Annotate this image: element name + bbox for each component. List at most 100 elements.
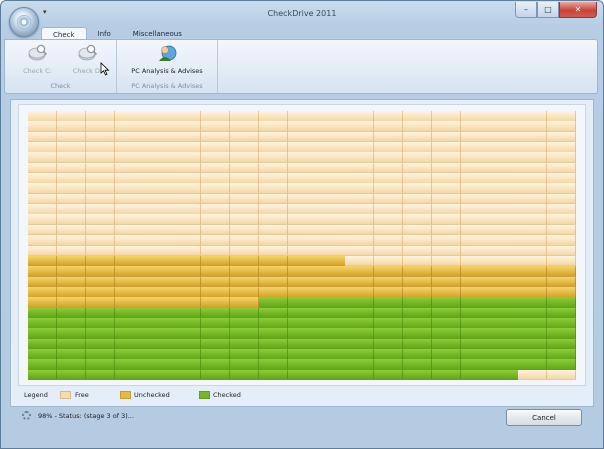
- disk-cell-free: [201, 204, 231, 215]
- disk-cell-free: [374, 204, 404, 215]
- disk-cell-unchecked: [345, 276, 375, 288]
- disk-cell-checked: [287, 328, 317, 339]
- disk-cell-free: [114, 173, 144, 184]
- disk-cell-checked: [431, 297, 461, 308]
- disk-cell-checked: [402, 317, 433, 329]
- check-c-label: Check C:: [23, 67, 52, 75]
- disk-cell-unchecked: [28, 266, 58, 277]
- disk-cell-free: [56, 193, 86, 205]
- disk-cell-unchecked: [489, 266, 519, 277]
- disk-cell-free: [143, 121, 173, 132]
- check-c-button[interactable]: Check C:: [15, 43, 60, 75]
- disk-cell-checked: [489, 338, 519, 350]
- disk-cell-free: [489, 204, 519, 215]
- disk-cell-free: [374, 183, 404, 195]
- disk-cell-free: [172, 111, 202, 122]
- disk-cell-free: [431, 121, 461, 132]
- disk-cell-free: [85, 183, 115, 195]
- disk-cell-unchecked: [201, 297, 231, 308]
- disk-cell-checked: [258, 348, 288, 360]
- disk-cell-free: [258, 162, 288, 174]
- cancel-button[interactable]: Cancel: [506, 409, 582, 426]
- maximize-button[interactable]: □: [537, 2, 559, 18]
- disk-cell-checked: [402, 338, 433, 350]
- disk-cell-free: [402, 183, 433, 195]
- disk-cell-free: [374, 111, 404, 122]
- disk-cell-free: [518, 224, 548, 236]
- disk-cell-unchecked: [114, 255, 144, 267]
- disk-cell-unchecked: [547, 266, 577, 277]
- disk-cell-unchecked: [201, 266, 231, 277]
- disk-cell-free: [287, 142, 317, 153]
- disk-cell-unchecked: [143, 266, 173, 277]
- disk-cell-unchecked: [287, 266, 317, 277]
- disk-cell-free: [316, 111, 346, 122]
- disk-cell-free: [489, 173, 519, 184]
- disk-cell-unchecked: [345, 266, 375, 277]
- disk-cell-free: [518, 193, 548, 205]
- disk-cell-free: [114, 204, 144, 215]
- disk-cell-checked: [287, 348, 317, 360]
- title-bar: ▾ CheckDrive 2011 – □ ✕: [1, 1, 603, 37]
- disk-cell-free: [489, 235, 519, 246]
- pc-analysis-button[interactable]: PC Analysis & Advises: [123, 43, 211, 75]
- disk-cell-free: [547, 142, 577, 153]
- disk-cell-unchecked: [402, 266, 433, 277]
- disk-cell-checked: [345, 369, 375, 381]
- disk-cell-unchecked: [287, 276, 317, 288]
- disk-cell-free: [547, 235, 577, 246]
- disk-cell-checked: [460, 369, 490, 381]
- disk-cell-checked: [201, 348, 231, 360]
- disk-cell-free: [489, 152, 519, 164]
- disk-cell-checked: [28, 338, 58, 350]
- disk-cell-free: [345, 142, 375, 153]
- disk-cell-checked: [229, 348, 260, 360]
- disk-cell-checked: [431, 317, 461, 329]
- disk-cell-free: [460, 162, 490, 174]
- disk-cell-checked: [518, 297, 548, 308]
- disk-cell-unchecked: [56, 255, 86, 267]
- disk-cell-checked: [201, 328, 231, 339]
- disk-cell-free: [402, 214, 433, 226]
- disk-cell-unchecked: [258, 255, 288, 267]
- disk-cell-unchecked: [172, 276, 202, 288]
- disk-cell-free: [85, 204, 115, 215]
- disk-cell-free: [258, 183, 288, 195]
- disk-cell-unchecked: [114, 297, 144, 308]
- disk-cell-free: [143, 173, 173, 184]
- disk-cell-free: [56, 152, 86, 164]
- disk-cell-free: [172, 152, 202, 164]
- disk-cell-free: [56, 224, 86, 236]
- disk-cell-free: [374, 255, 404, 267]
- disk-cell-free: [258, 131, 288, 143]
- disk-cell-checked: [201, 369, 231, 381]
- disk-cell-checked: [489, 348, 519, 360]
- disk-cell-free: [518, 235, 548, 246]
- disk-cell-free: [547, 214, 577, 226]
- disk-cell-unchecked: [431, 266, 461, 277]
- disk-cell-checked: [28, 317, 58, 329]
- disk-cell-checked: [518, 359, 548, 370]
- disk-cell-checked: [56, 359, 86, 370]
- disk-cell-free: [345, 255, 375, 267]
- disk-cell-checked: [460, 338, 490, 350]
- disk-cell-checked: [172, 369, 202, 381]
- disk-cell-free: [518, 173, 548, 184]
- disk-cell-checked: [287, 317, 317, 329]
- disk-cell-free: [547, 162, 577, 174]
- disk-cell-free: [85, 131, 115, 143]
- disk-cell-checked: [402, 369, 433, 381]
- disk-cell-unchecked: [114, 276, 144, 288]
- disk-cell-free: [316, 235, 346, 246]
- disk-cell-checked: [85, 317, 115, 329]
- disk-cell-checked: [229, 369, 260, 381]
- disk-cell-free: [143, 245, 173, 257]
- disk-cell-checked: [431, 338, 461, 350]
- disk-cell-free: [460, 224, 490, 236]
- disk-cell-checked: [287, 297, 317, 308]
- disk-cell-free: [547, 121, 577, 132]
- disk-cell-free: [229, 152, 260, 164]
- close-button[interactable]: ✕: [559, 2, 597, 18]
- disk-cell-free: [229, 193, 260, 205]
- minimize-button[interactable]: –: [515, 2, 537, 18]
